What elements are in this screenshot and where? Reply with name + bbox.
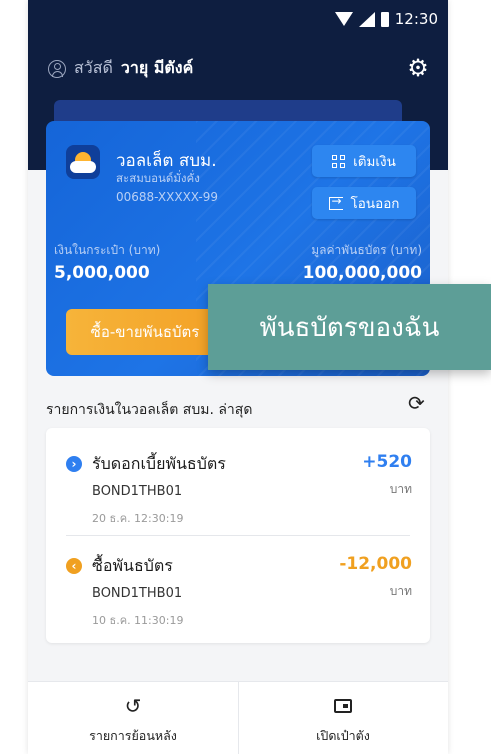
wallet-subtitle: สะสมบอนด์มั่งคั่ง	[116, 171, 200, 185]
bond-value: 100,000,000	[302, 263, 422, 283]
transactions-card: › รับดอกเบี้ยพันธบัตร BOND1THB01 20 ธ.ค.…	[46, 428, 430, 643]
buy-sell-label: ซื้อ-ขายพันธบัตร	[90, 323, 200, 341]
topup-label: เติมเงิน	[353, 154, 396, 170]
bond-value-label: มูลค่าพันธบัตร (บาท)	[311, 243, 422, 257]
tx-title: รับดอกเบี้ยพันธบัตร	[92, 454, 226, 473]
transfer-label: โอนออก	[350, 196, 400, 212]
user-name: วายุ มีตังค์	[120, 58, 194, 77]
phone-screen: 12:30 สวัสดี วายุ มีตังค์ ⚙ วอลเล็ต สบม.…	[28, 0, 448, 754]
greeting: สวัสดี วายุ มีตังค์	[48, 56, 193, 81]
tx-amount: -12,000	[339, 554, 412, 574]
battery-icon	[380, 11, 389, 27]
balance-label: เงินในกระเป๋า (บาท)	[54, 243, 161, 257]
list-item[interactable]: ‹ ซื้อพันธบัตร BOND1THB01 10 ธ.ค. 11:30:…	[46, 554, 430, 650]
divider	[66, 535, 410, 536]
gear-icon[interactable]: ⚙	[406, 56, 430, 80]
tx-amount: +520	[362, 452, 412, 472]
my-bonds-label: พันธบัตรของฉัน	[259, 312, 440, 343]
greeting-prefix: สวัสดี	[74, 58, 113, 77]
list-item[interactable]: › รับดอกเบี้ยพันธบัตร BOND1THB01 20 ธ.ค.…	[46, 452, 430, 548]
transactions-title: รายการเงินในวอลเล็ต สบม. ล่าสุด	[46, 402, 253, 418]
wallet-icon	[334, 699, 352, 713]
topup-button[interactable]: เติมเงิน	[312, 145, 416, 177]
wifi-icon	[334, 12, 353, 26]
arrow-left-circle-icon: ‹	[66, 558, 82, 574]
bottom-nav: ↺ รายการย้อนหลัง เปิดเป๋าตัง	[28, 681, 448, 754]
signal-icon	[358, 11, 375, 27]
nav-history[interactable]: ↺ รายการย้อนหลัง	[28, 682, 239, 754]
wallet-account-number: 00688-XXXXX-99	[116, 190, 219, 204]
arrow-right-circle-icon: ›	[66, 456, 82, 472]
history-icon: ↺	[124, 694, 142, 718]
transfer-button[interactable]: โอนออก	[312, 187, 416, 219]
wallet-logo-icon	[66, 145, 100, 179]
status-time: 12:30	[394, 10, 438, 28]
tx-unit: บาท	[389, 482, 412, 496]
tx-title: ซื้อพันธบัตร	[92, 556, 173, 575]
refresh-icon[interactable]: ⟳	[408, 393, 428, 413]
tx-date: 10 ธ.ค. 11:30:19	[92, 614, 184, 627]
nav-open-wallet-label: เปิดเป๋าตัง	[316, 728, 370, 743]
tx-unit: บาท	[389, 584, 412, 598]
tx-code: BOND1THB01	[92, 484, 183, 499]
balance-value: 5,000,000	[54, 263, 150, 283]
user-icon[interactable]	[48, 59, 66, 78]
status-bar: 12:30	[28, 0, 448, 40]
status-icons: 12:30	[334, 10, 438, 28]
nav-open-wallet[interactable]: เปิดเป๋าตัง	[238, 682, 448, 754]
qr-icon	[332, 154, 346, 168]
transfer-out-icon	[328, 194, 343, 210]
tx-code: BOND1THB01	[92, 586, 183, 601]
buy-sell-bond-button[interactable]: ซื้อ-ขายพันธบัตร	[66, 309, 224, 355]
nav-history-label: รายการย้อนหลัง	[89, 728, 177, 743]
my-bonds-tooltip[interactable]: พันธบัตรของฉัน	[208, 284, 491, 370]
tx-date: 20 ธ.ค. 12:30:19	[92, 512, 184, 525]
